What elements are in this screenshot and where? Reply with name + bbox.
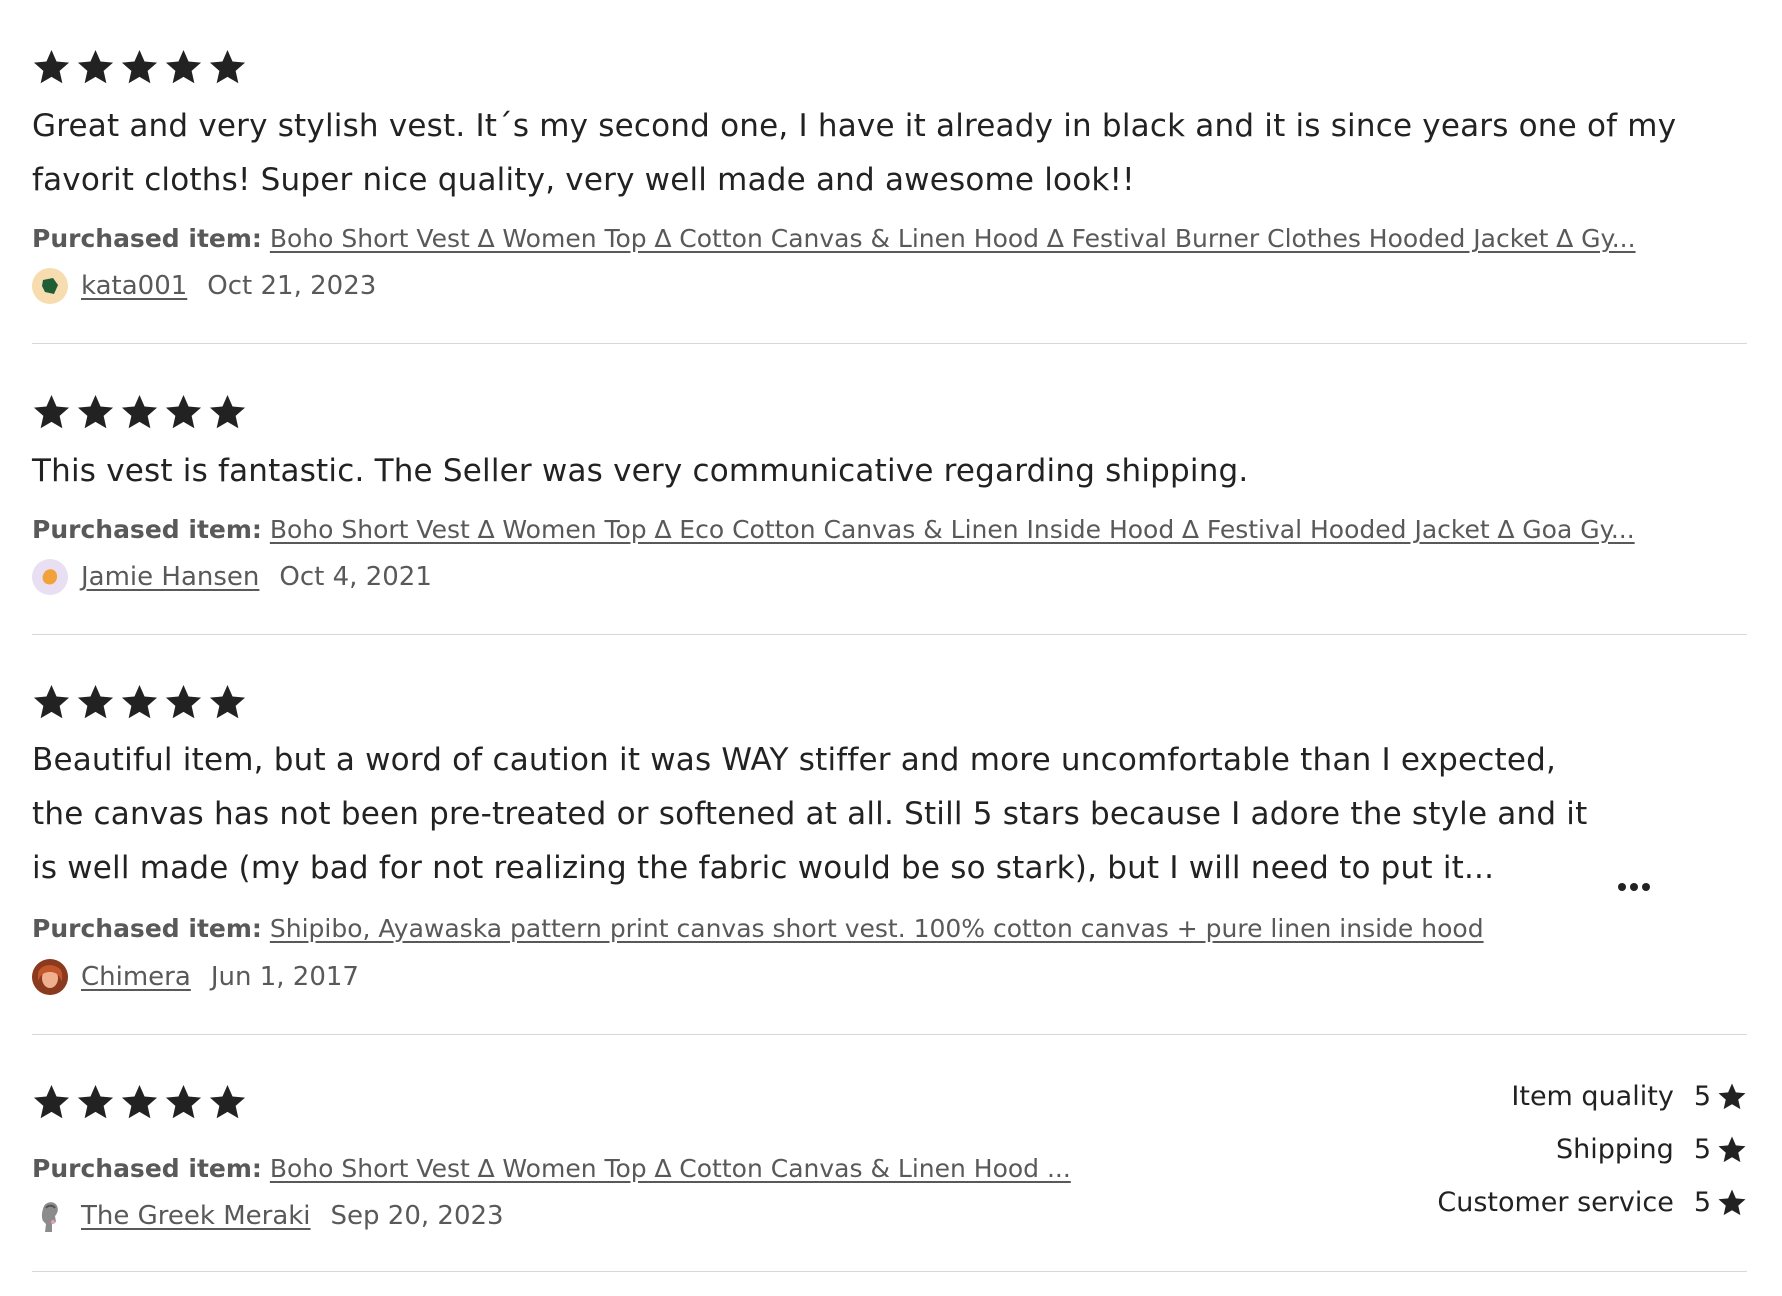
avatar (32, 1198, 68, 1234)
review-item: Great and very stylish vest. It´s my sec… (32, 0, 1747, 344)
star-rating (32, 393, 247, 432)
review-meta: Chimera Jun 1, 2017 (32, 959, 359, 995)
review-date: Jun 1, 2017 (210, 962, 359, 992)
reviewer-name-link[interactable]: kata001 (81, 271, 187, 301)
avatar-shape-icon (42, 569, 58, 585)
review-date: Oct 21, 2023 (207, 271, 377, 301)
star-icon (209, 49, 246, 84)
review-text: Beautiful item, but a word of caution it… (32, 742, 1588, 886)
purchased-item: Purchased item: Shipibo, Ayawaska patter… (32, 914, 1484, 944)
star-rating (32, 1083, 247, 1122)
star-icon (165, 1084, 202, 1119)
more-options-button[interactable] (1609, 872, 1659, 902)
reviewer-name-link[interactable]: Chimera (81, 962, 191, 992)
rating-customer-service: Customer service 5 (1437, 1187, 1747, 1218)
purchased-item: Purchased item: Boho Short Vest ∆ Women … (32, 1154, 1071, 1184)
avatar-photo-icon (32, 959, 68, 995)
star-icon (165, 49, 202, 84)
star-icon (165, 394, 202, 429)
rating-label: Item quality (1511, 1081, 1674, 1112)
star-icon (1718, 1189, 1746, 1215)
reviewer-name-link[interactable]: Jamie Hansen (81, 562, 259, 592)
purchased-item-link[interactable]: Shipibo, Ayawaska pattern print canvas s… (270, 914, 1484, 943)
purchased-item-label: Purchased item: (32, 1154, 262, 1183)
star-icon (33, 1084, 70, 1119)
star-icon (1718, 1083, 1746, 1109)
purchased-item-link[interactable]: Boho Short Vest ∆ Women Top ∆ Cotton Can… (270, 224, 1636, 253)
purchased-item-label: Purchased item: (32, 914, 262, 943)
star-icon (77, 49, 114, 84)
star-icon (33, 394, 70, 429)
reviews-list: Great and very stylish vest. It´s my sec… (32, 0, 1747, 1272)
rating-value: 5 (1693, 1134, 1711, 1165)
review-date: Sep 20, 2023 (330, 1201, 504, 1231)
review-meta: The Greek Meraki Sep 20, 2023 (32, 1198, 504, 1234)
avatar (32, 559, 68, 595)
review-meta: Jamie Hansen Oct 4, 2021 (32, 559, 432, 595)
purchased-item: Purchased item: Boho Short Vest ∆ Women … (32, 515, 1635, 545)
rating-shipping: Shipping 5 (1556, 1134, 1747, 1165)
more-options-icon (1618, 883, 1626, 891)
star-icon (77, 684, 114, 719)
avatar-statue-icon (41, 1202, 58, 1232)
star-icon (121, 684, 158, 719)
star-icon (209, 394, 246, 429)
star-icon (165, 684, 202, 719)
star-icon (33, 684, 70, 719)
rating-label: Customer service (1437, 1187, 1674, 1218)
star-icon (77, 1084, 114, 1119)
star-rating (32, 683, 247, 722)
rating-value: 5 (1693, 1187, 1711, 1218)
review-text: This vest is fantastic. The Seller was v… (32, 453, 1249, 489)
reviewer-name-link[interactable]: The Greek Meraki (81, 1201, 311, 1231)
avatar-shape-icon (42, 278, 58, 294)
avatar (32, 268, 68, 304)
star-icon (33, 49, 70, 84)
purchased-item-link[interactable]: Boho Short Vest ∆ Women Top ∆ Eco Cotton… (270, 515, 1635, 544)
avatar (32, 959, 68, 995)
rating-value: 5 (1693, 1081, 1711, 1112)
rating-item-quality: Item quality 5 (1511, 1081, 1747, 1112)
star-icon (121, 394, 158, 429)
star-icon (77, 394, 114, 429)
review-item: Beautiful item, but a word of caution it… (32, 635, 1747, 1035)
star-icon (209, 684, 246, 719)
star-icon (209, 1084, 246, 1119)
review-meta: kata001 Oct 21, 2023 (32, 268, 376, 304)
star-rating (32, 48, 247, 87)
review-date: Oct 4, 2021 (279, 562, 432, 592)
rating-label: Shipping (1556, 1134, 1674, 1165)
review-text: Great and very stylish vest. It´s my sec… (32, 108, 1677, 198)
review-item: Purchased item: Boho Short Vest ∆ Women … (32, 1035, 1747, 1272)
review-item: This vest is fantastic. The Seller was v… (32, 344, 1747, 635)
purchased-item-label: Purchased item: (32, 515, 262, 544)
purchased-item-label: Purchased item: (32, 224, 262, 253)
star-icon (1718, 1136, 1746, 1162)
star-icon (121, 1084, 158, 1119)
star-icon (121, 49, 158, 84)
purchased-item-link[interactable]: Boho Short Vest ∆ Women Top ∆ Cotton Can… (270, 1154, 1071, 1183)
purchased-item: Purchased item: Boho Short Vest ∆ Women … (32, 224, 1636, 254)
